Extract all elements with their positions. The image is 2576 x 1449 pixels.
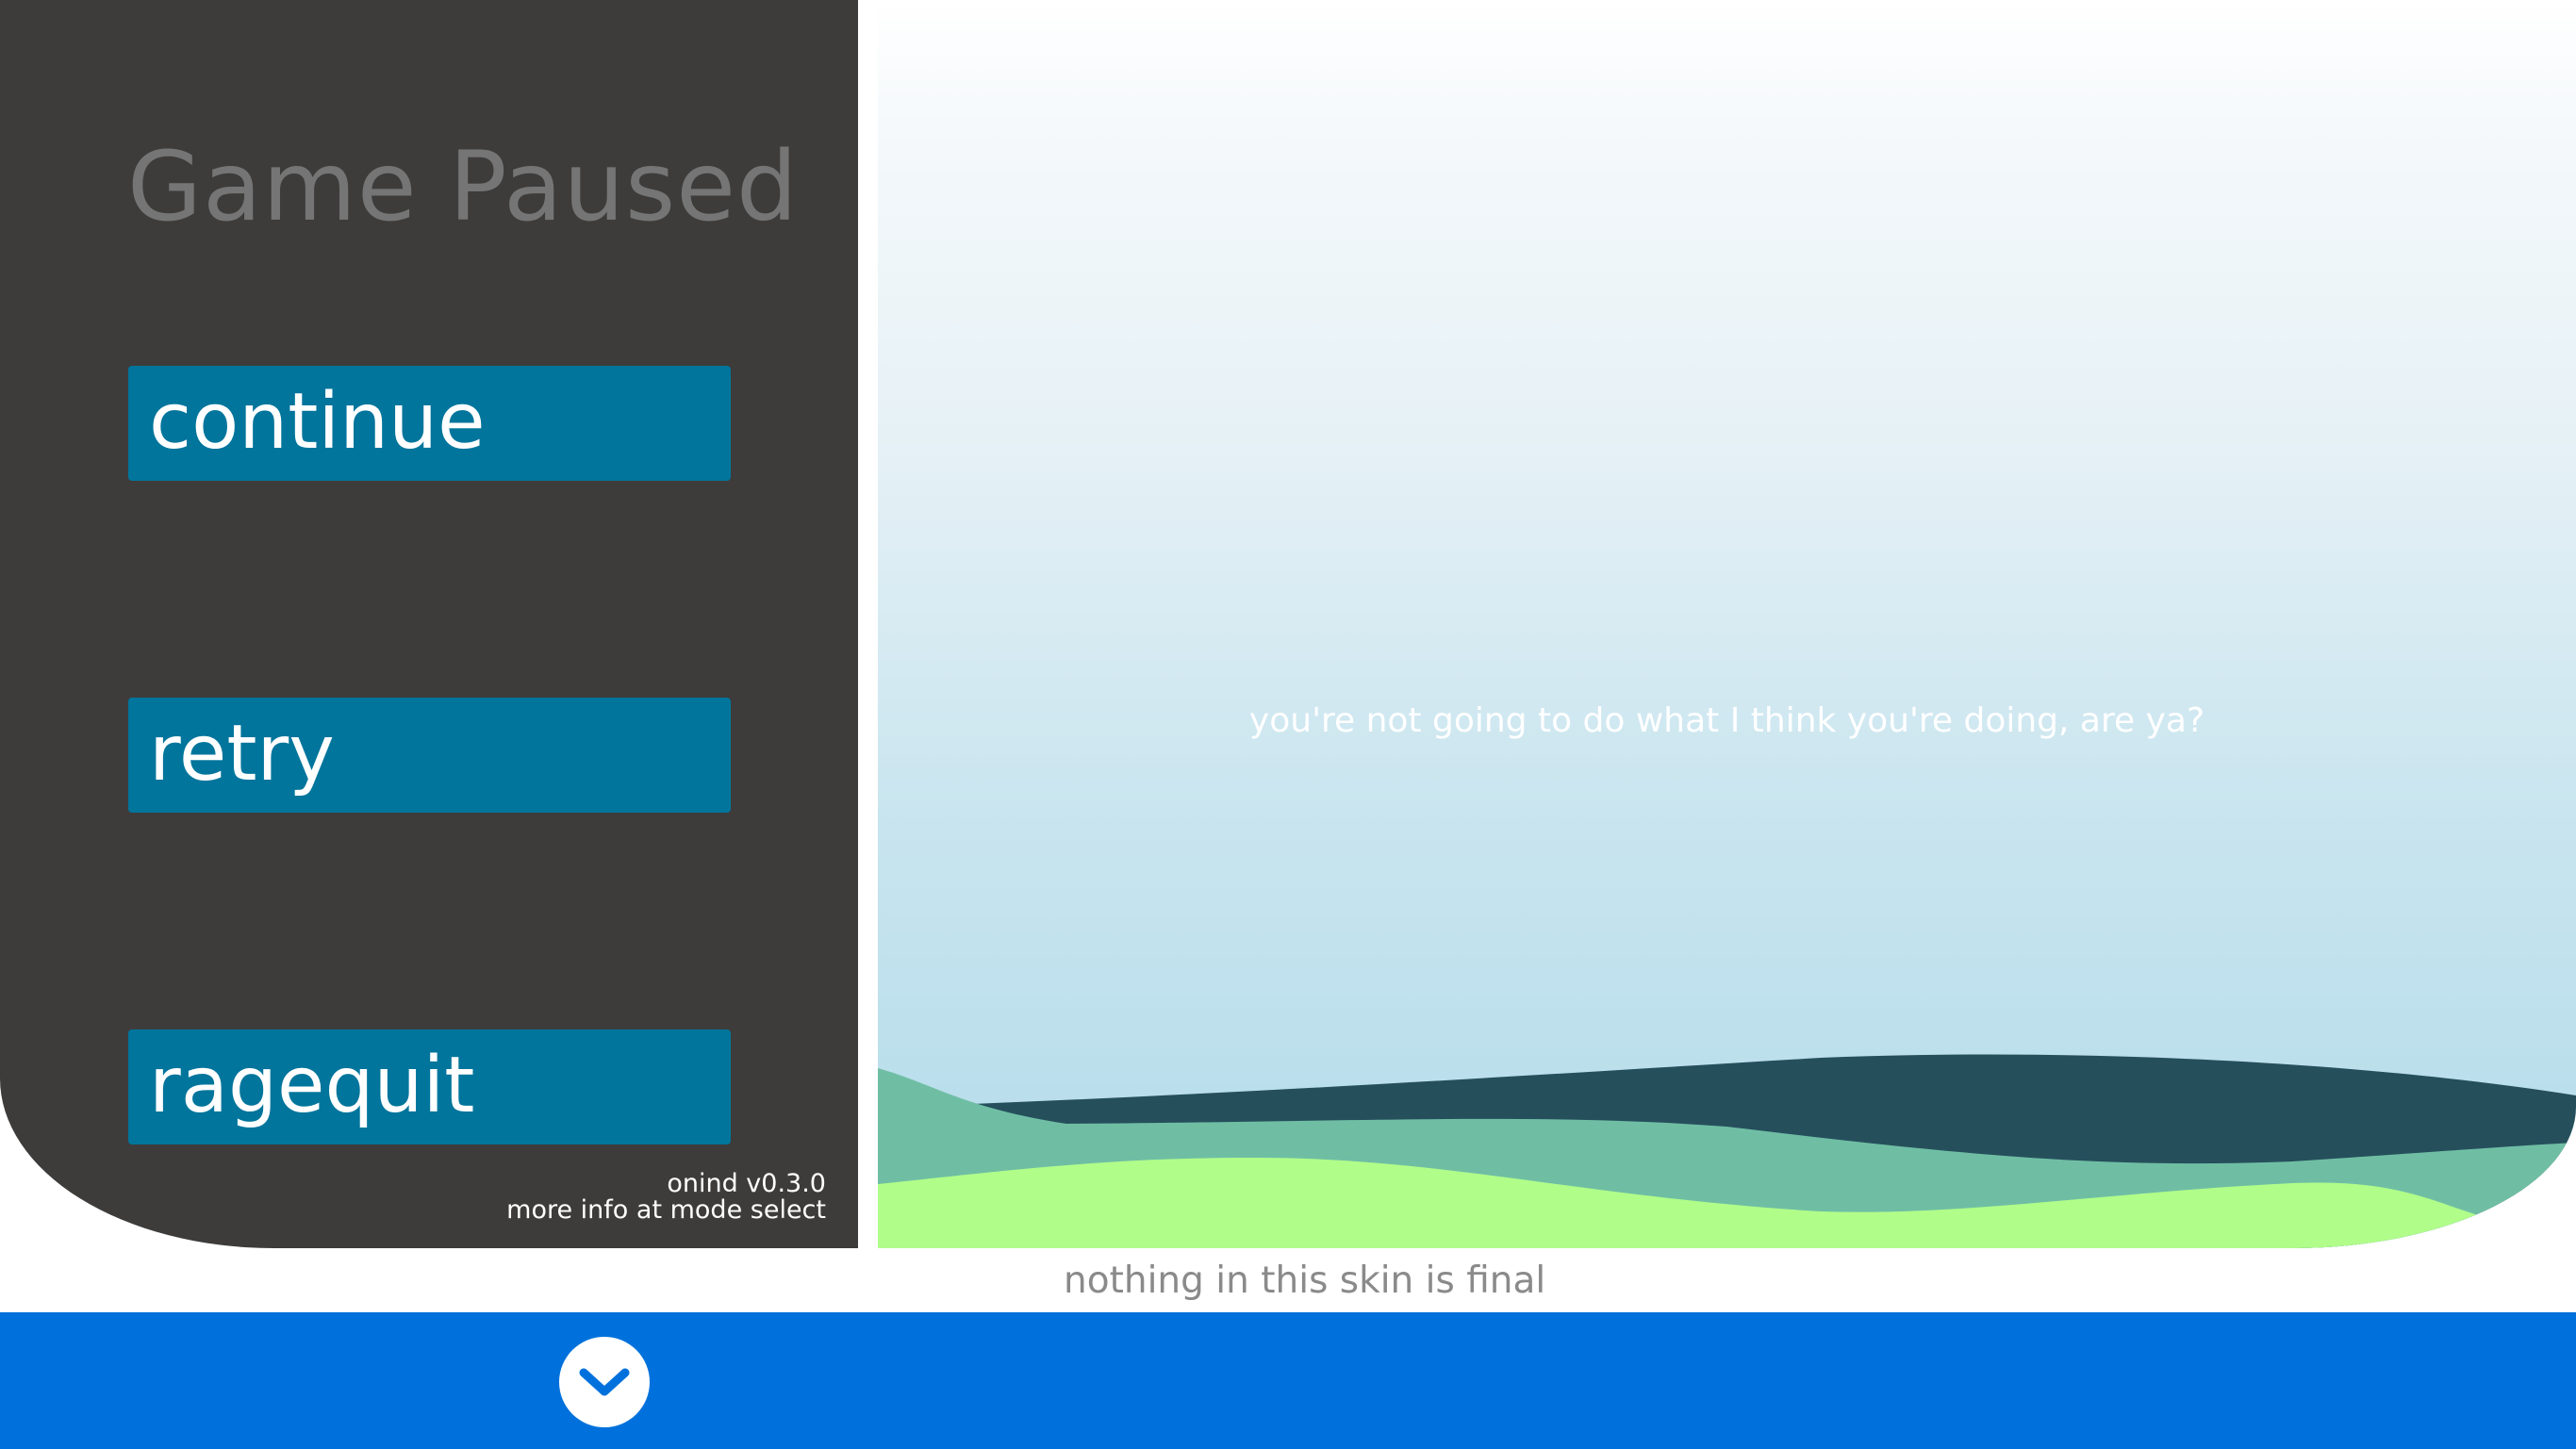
landscape-hills bbox=[878, 1054, 2576, 1248]
chevron-down-icon bbox=[579, 1368, 630, 1396]
version-text: onind v0.3.0 bbox=[667, 1169, 826, 1198]
continue-button[interactable]: continue bbox=[128, 366, 731, 481]
skin-note: nothing in this skin is final bbox=[1064, 1260, 1546, 1302]
game-view: you're not going to do what I think you'… bbox=[878, 0, 2576, 1248]
version-info-text: more info at mode select bbox=[506, 1195, 826, 1225]
game-message: you're not going to do what I think you'… bbox=[1248, 701, 2205, 740]
game-screen: Game Paused continue retry ragequit onin… bbox=[0, 0, 2576, 1449]
pause-title: Game Paused bbox=[127, 131, 799, 243]
retry-button[interactable]: retry bbox=[128, 698, 731, 813]
version-info: onind v0.3.0 more info at mode select bbox=[506, 1171, 826, 1224]
bottom-bar bbox=[0, 1312, 2576, 1449]
pause-menu-panel: Game Paused continue retry ragequit onin… bbox=[0, 0, 858, 1248]
ragequit-button[interactable]: ragequit bbox=[128, 1029, 731, 1144]
collapse-button[interactable] bbox=[559, 1337, 650, 1427]
